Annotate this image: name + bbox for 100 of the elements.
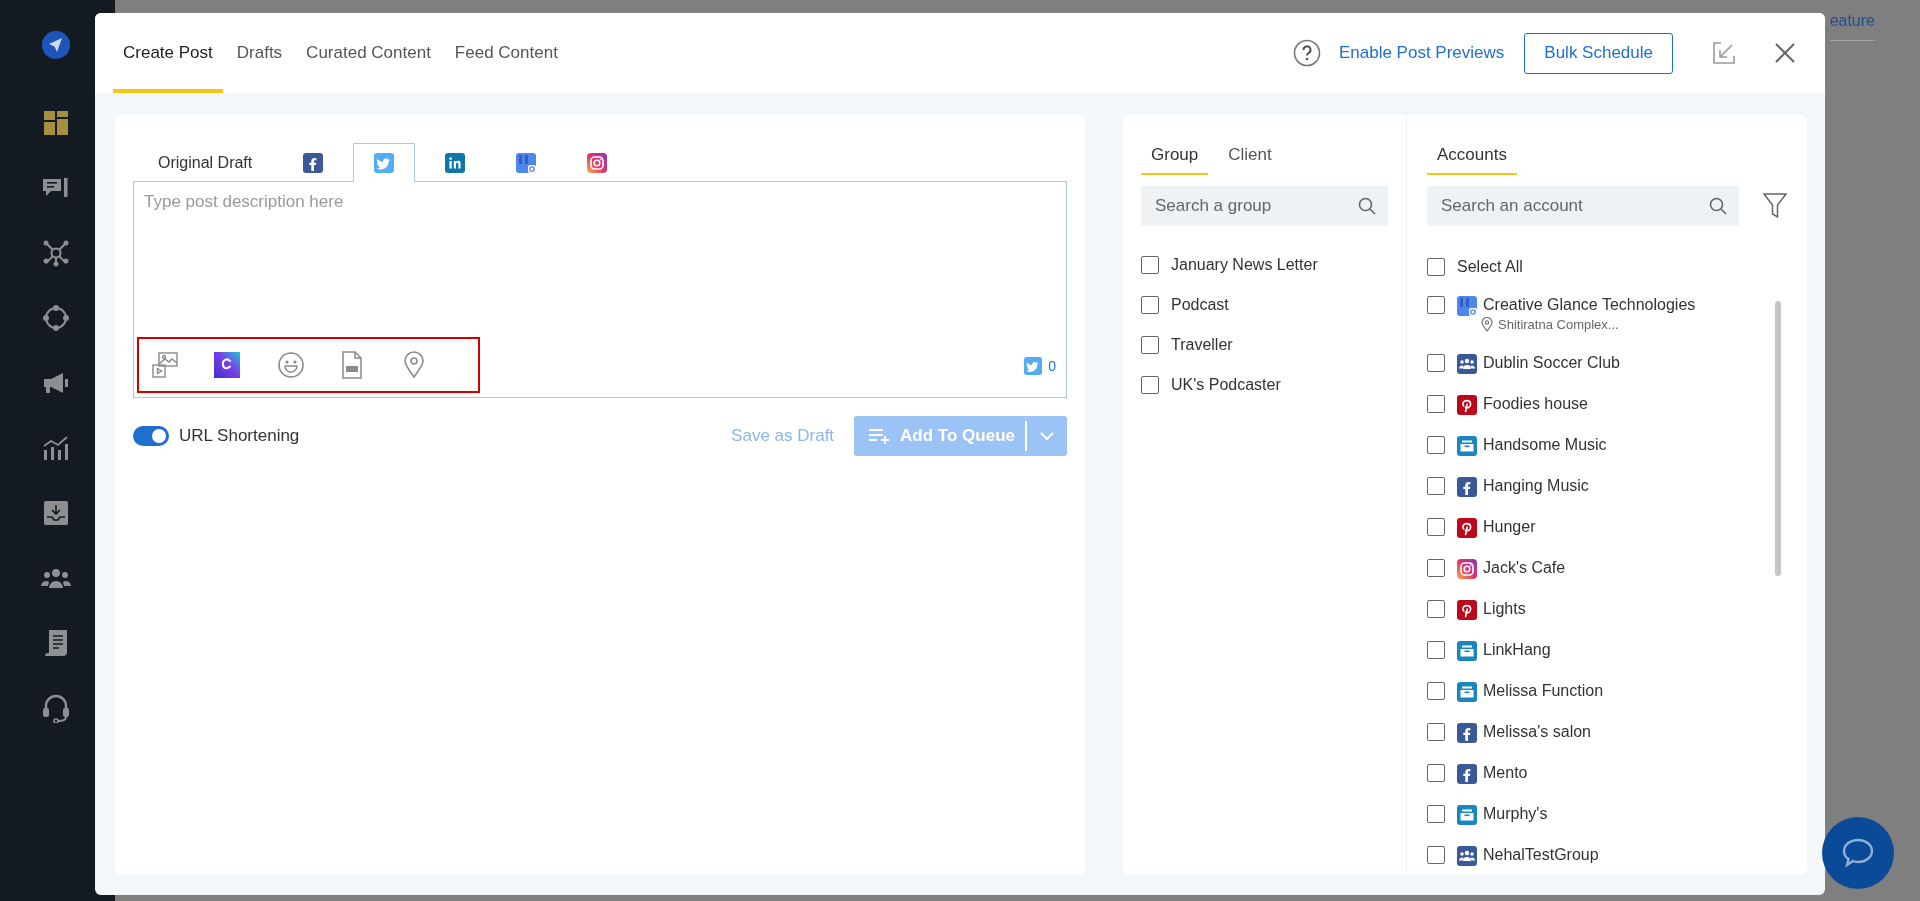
bulk-schedule-button[interactable]: Bulk Schedule [1524, 32, 1673, 74]
facebook-icon [1457, 723, 1477, 743]
modal-tab[interactable]: Drafts [226, 13, 293, 93]
select-all-label: Select All [1457, 258, 1523, 276]
modal-tab[interactable]: Feed Content [444, 13, 568, 93]
company-icon [1457, 682, 1477, 702]
pinterest-icon [1457, 395, 1477, 415]
account-name: Lights [1483, 600, 1526, 617]
account-name: Murphy's [1483, 805, 1548, 822]
inbox-icon[interactable] [43, 499, 69, 526]
checkbox[interactable] [1141, 376, 1159, 394]
company-icon [1457, 805, 1477, 825]
twitter-icon [1024, 357, 1043, 375]
megaphone-icon[interactable] [42, 370, 70, 395]
paper-plane-logo[interactable] [40, 29, 72, 61]
chart-icon[interactable] [42, 434, 70, 461]
network-icon[interactable] [42, 238, 70, 267]
checkbox[interactable] [1427, 518, 1445, 536]
google-icon [1457, 296, 1477, 316]
filter-icon[interactable] [1763, 193, 1787, 219]
close-icon[interactable] [1775, 43, 1795, 63]
team-icon[interactable] [41, 566, 71, 589]
preview-link[interactable]: Enable Post Previews [1338, 43, 1505, 63]
account-name: Handsome Music [1483, 436, 1607, 453]
post-editor[interactable]: Type post description here 0 [133, 181, 1067, 398]
draft-tab[interactable]: Original Draft [137, 143, 274, 181]
account-name: Melissa's salon [1483, 723, 1591, 740]
search-icon[interactable] [1358, 197, 1376, 215]
orbit-icon[interactable] [42, 303, 70, 332]
facebook-icon [1457, 764, 1477, 784]
checkbox[interactable] [1427, 395, 1445, 413]
pinterest-icon [1457, 600, 1477, 620]
checkbox[interactable] [1427, 723, 1445, 741]
group-name: UK's Podcaster [1171, 376, 1281, 394]
checkbox[interactable] [1427, 805, 1445, 823]
search-field[interactable]: Search an account [1427, 186, 1739, 226]
checkbox[interactable] [1427, 682, 1445, 700]
emoji-icon[interactable] [277, 351, 305, 379]
dashboard-icon[interactable] [43, 109, 69, 136]
checkbox[interactable] [1141, 296, 1159, 314]
location-icon[interactable] [403, 351, 425, 379]
minimize-icon[interactable] [1713, 42, 1735, 64]
account-name: Foodies house [1483, 395, 1588, 412]
account-name: Mento [1483, 764, 1528, 781]
search-input[interactable]: Search a group [1153, 195, 1358, 217]
account-name: NehalTestGroup [1483, 846, 1599, 863]
account-name: Dublin Soccer Club [1483, 354, 1620, 371]
account-address: Shitiratna Complex... [1498, 317, 1619, 332]
checkbox[interactable] [1427, 258, 1445, 276]
search-input[interactable]: Search an account [1439, 195, 1709, 217]
search-field[interactable]: Search a group [1141, 186, 1388, 226]
character-count: 0 [1048, 358, 1056, 374]
checkbox[interactable] [1427, 641, 1445, 659]
checkbox[interactable] [1141, 256, 1159, 274]
twitter-icon [374, 153, 395, 173]
checkbox[interactable] [1427, 296, 1445, 314]
pinterest-icon [1457, 518, 1477, 538]
checkbox[interactable] [1427, 764, 1445, 782]
toggle-label: URL Shortening [179, 426, 300, 446]
checkbox[interactable] [1427, 436, 1445, 454]
panel-tab[interactable]: Accounts [1427, 145, 1517, 175]
account-name: LinkHang [1483, 641, 1551, 658]
document-icon[interactable] [43, 628, 69, 657]
linkedin-icon [445, 152, 466, 173]
account-name: Jack's Cafe [1483, 559, 1566, 576]
gif-file-icon[interactable] [340, 351, 364, 379]
modal-tab[interactable]: Create Post [113, 13, 223, 93]
headset-icon[interactable] [42, 692, 70, 723]
panel-tab[interactable]: Client [1218, 145, 1282, 175]
modal-tab[interactable]: Curated Content [296, 13, 441, 93]
scrollbar[interactable] [1775, 301, 1781, 576]
media-icon[interactable] [151, 351, 179, 379]
location-icon [1481, 317, 1493, 332]
checkbox[interactable] [1427, 846, 1445, 864]
facebook-icon [303, 152, 324, 173]
help-icon[interactable] [1292, 39, 1321, 67]
company-icon [1457, 641, 1477, 661]
group-name: January News Letter [1171, 256, 1318, 274]
search-icon[interactable] [1709, 197, 1727, 215]
instagram-icon [1457, 559, 1477, 579]
group-name: Traveller [1171, 336, 1233, 354]
group-icon [1457, 846, 1477, 866]
toggle-switch[interactable] [133, 426, 169, 446]
panel-tab[interactable]: Group [1141, 145, 1209, 175]
checkbox[interactable] [1141, 336, 1159, 354]
group-icon [1457, 354, 1477, 374]
account-name: Melissa Function [1483, 682, 1604, 699]
canva-icon[interactable] [214, 352, 240, 378]
checkbox[interactable] [1427, 559, 1445, 577]
chat-icon[interactable] [42, 175, 70, 200]
speech-bubble-icon [1841, 837, 1875, 869]
checkbox[interactable] [1427, 600, 1445, 618]
account-name: Hanging Music [1483, 477, 1589, 494]
account-name: Creative Glance Technologies [1483, 296, 1696, 313]
instagram-icon [587, 152, 608, 173]
google-icon [516, 152, 537, 173]
checkbox[interactable] [1427, 477, 1445, 495]
checkbox[interactable] [1427, 354, 1445, 372]
add-list-icon [868, 428, 891, 444]
group-name: Podcast [1171, 296, 1229, 314]
